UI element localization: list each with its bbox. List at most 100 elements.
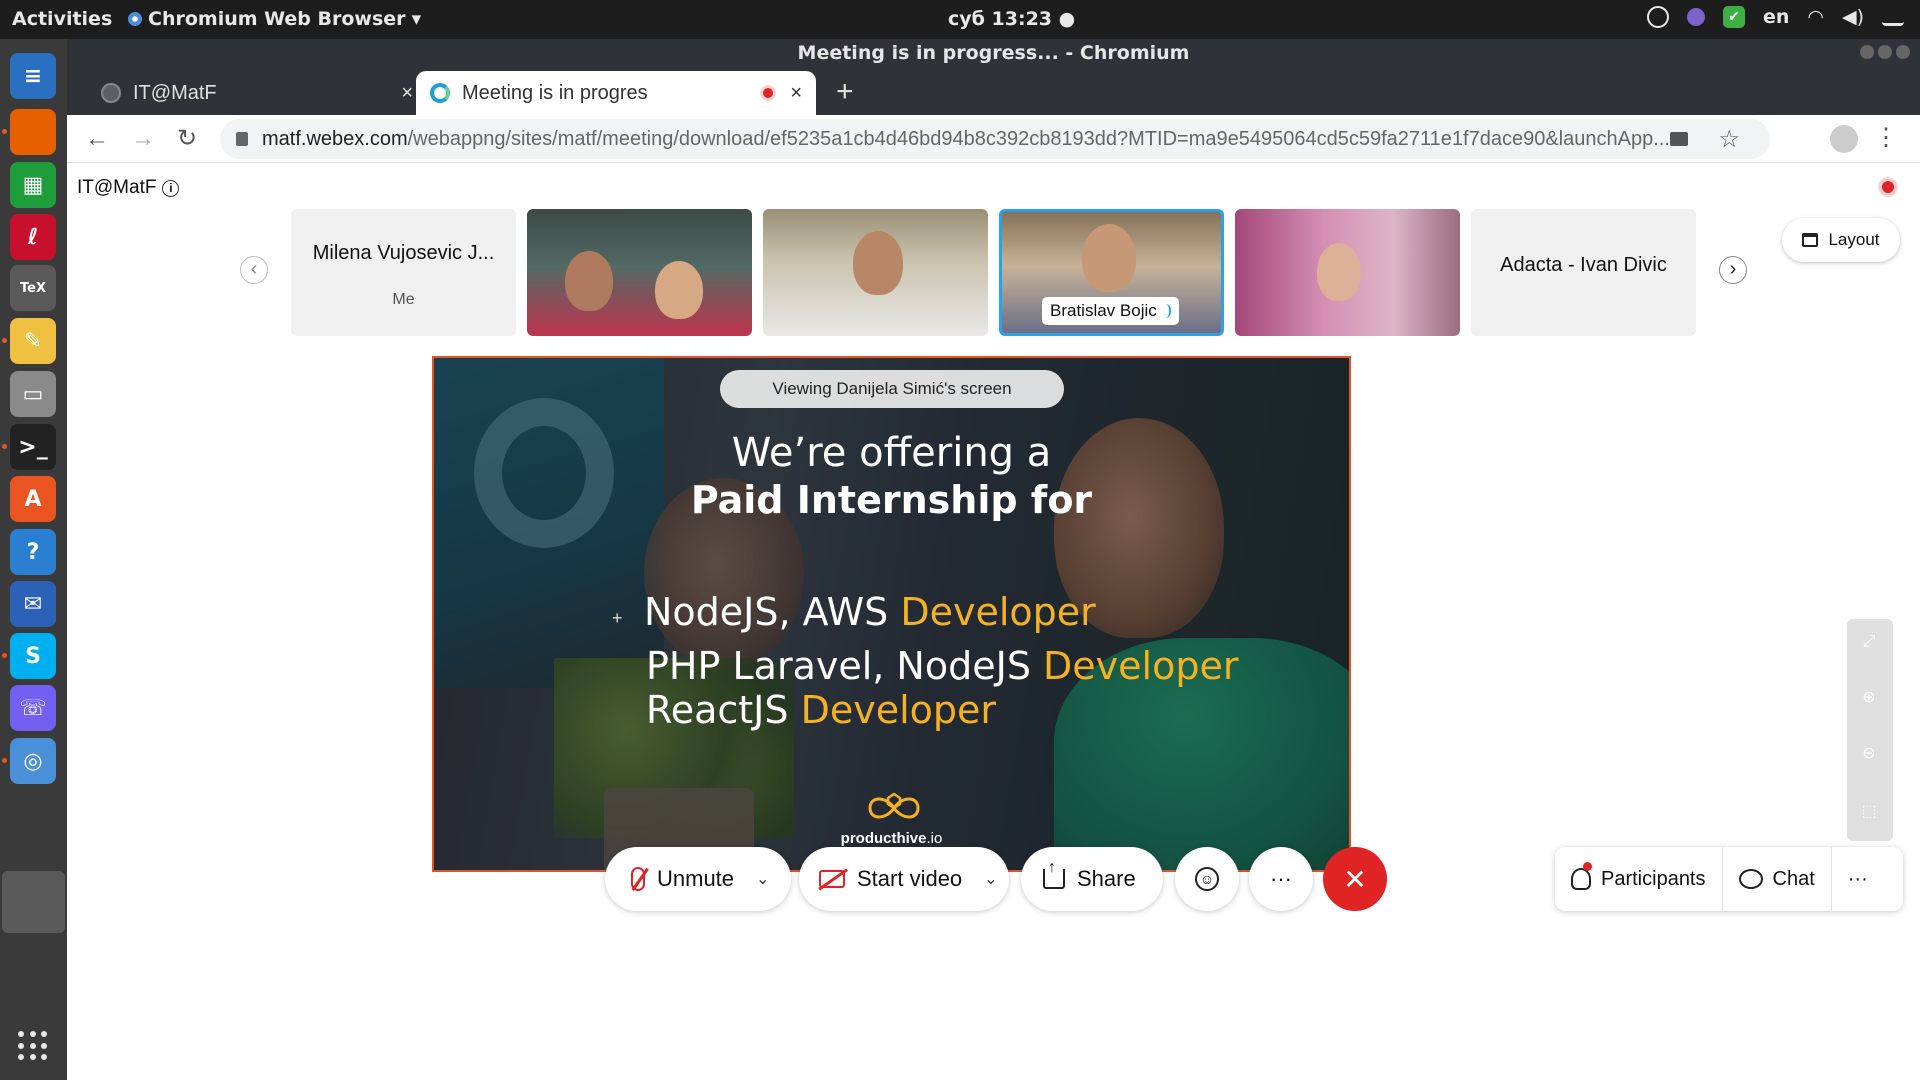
dock-launcher-software-center[interactable]: A bbox=[10, 476, 56, 522]
system-tray: ✔ en ◠ ◀) bbox=[1646, 6, 1904, 28]
chat-label: Chat bbox=[1772, 867, 1815, 890]
tab-close-icon[interactable]: × bbox=[790, 82, 802, 105]
more-icon: ··· bbox=[1847, 867, 1868, 890]
participant-video-tile-active-speaker[interactable]: Bratislav Bojic bbox=[999, 209, 1224, 336]
participant-tile-me[interactable]: Milena Vujosevic J... Me bbox=[291, 209, 516, 336]
software-center-icon: A bbox=[10, 476, 56, 522]
clock[interactable]: суб 13:23 ● bbox=[948, 8, 1075, 30]
tab-meeting[interactable]: Meeting is in progres × bbox=[416, 71, 816, 115]
running-indicator bbox=[2, 653, 7, 658]
strip-prev-button[interactable]: ‹ bbox=[240, 256, 268, 284]
browser-menu-icon[interactable]: ⋮ bbox=[1874, 123, 1898, 152]
viber-tray-icon[interactable] bbox=[1686, 8, 1705, 26]
chat-icon bbox=[1738, 869, 1763, 889]
dock-launcher-libreoffice-calc[interactable]: ▦ bbox=[10, 162, 56, 208]
dock-launcher-evince[interactable]: ℓ bbox=[10, 214, 56, 260]
brand-bold: producthive bbox=[840, 830, 927, 847]
battery-icon[interactable] bbox=[1882, 8, 1904, 26]
forward-button[interactable]: → bbox=[129, 125, 157, 153]
panel-buttons: Participants Chat ··· bbox=[1555, 847, 1903, 911]
close-window-icon[interactable] bbox=[1896, 45, 1910, 59]
running-indicator bbox=[2, 444, 7, 449]
dock-launcher-skype[interactable]: S bbox=[10, 633, 56, 679]
system-top-bar: Activities Chromium Web Browser ▾ суб 13… bbox=[0, 0, 1920, 39]
dock-launcher-texmaker[interactable]: TeX bbox=[10, 265, 56, 311]
texmaker-icon: TeX bbox=[10, 265, 56, 311]
role-title: Developer bbox=[1043, 644, 1239, 688]
dock-launcher-firefox[interactable] bbox=[10, 109, 56, 155]
leave-meeting-button[interactable]: ✕ bbox=[1323, 847, 1387, 911]
dock-launcher-terminal[interactable]: >_ bbox=[10, 424, 56, 470]
dock-launcher-files[interactable]: ▭ bbox=[10, 371, 56, 417]
dock-launcher-thunderbird[interactable]: ✉ bbox=[10, 581, 56, 627]
role-title: Developer bbox=[800, 688, 996, 732]
minimize-icon[interactable] bbox=[1860, 45, 1874, 59]
show-applications-icon[interactable] bbox=[18, 1031, 48, 1061]
participants-button[interactable]: Participants bbox=[1555, 847, 1722, 911]
tab-label: Meeting is in progres bbox=[462, 81, 648, 104]
more-panels-button[interactable]: ··· bbox=[1832, 847, 1884, 911]
wifi-icon[interactable]: ◠ bbox=[1807, 6, 1824, 28]
volume-icon[interactable]: ◀) bbox=[1842, 6, 1864, 28]
unmute-button[interactable]: Unmute ⌄ bbox=[605, 847, 791, 911]
libreoffice-writer-icon: ≡ bbox=[10, 53, 56, 99]
camera-blocked-icon[interactable] bbox=[1670, 132, 1688, 146]
share-button[interactable]: Share bbox=[1021, 847, 1163, 911]
profile-avatar[interactable] bbox=[1830, 125, 1858, 153]
fit-screen-icon[interactable]: ⬚ bbox=[1860, 803, 1878, 821]
tab-close-icon[interactable]: × bbox=[401, 82, 413, 105]
address-bar[interactable]: matf.webex.com/webappng/sites/matf/meeti… bbox=[220, 119, 1770, 159]
shared-screen[interactable]: Viewing Danijela Simić's screen We’re of… bbox=[432, 356, 1351, 872]
dock-launcher-help[interactable]: ? bbox=[10, 529, 56, 575]
participant-video-face bbox=[1082, 224, 1136, 292]
participant-name: Milena Vujosevic J... bbox=[312, 242, 495, 264]
lock-icon[interactable] bbox=[236, 132, 248, 146]
layout-button[interactable]: Layout bbox=[1782, 218, 1900, 262]
fullscreen-icon[interactable]: ⤢ bbox=[1860, 633, 1878, 651]
url-host: matf.webex.com bbox=[262, 127, 408, 150]
grid-dot bbox=[41, 1042, 48, 1049]
back-button[interactable]: ← bbox=[83, 125, 111, 153]
role-tech: ReactJS bbox=[646, 688, 801, 732]
close-icon: ✕ bbox=[1343, 863, 1367, 895]
tab-label: IT@MatF bbox=[133, 81, 217, 104]
dock-launcher-viber[interactable]: ☏ bbox=[10, 685, 56, 731]
activities-button[interactable]: Activities bbox=[12, 8, 112, 30]
update-check-icon[interactable]: ✔ bbox=[1722, 6, 1745, 28]
window-title-bar: Meeting is in progress... - Chromium bbox=[67, 39, 1920, 67]
site-name-label: IT@MatF bbox=[77, 177, 157, 198]
zoom-out-icon[interactable]: ⊖ bbox=[1860, 745, 1878, 763]
bookmark-star-icon[interactable]: ☆ bbox=[1718, 125, 1740, 154]
dock-launcher-chromium[interactable]: ◎ bbox=[10, 738, 56, 784]
video-off-icon bbox=[819, 870, 845, 888]
participant-tile[interactable]: Adacta - Ivan Divic bbox=[1471, 209, 1696, 336]
participant-me-label: Me bbox=[392, 291, 415, 308]
reload-button[interactable]: ↻ bbox=[173, 125, 201, 153]
tab-itmatf[interactable]: IT@MatF × bbox=[87, 71, 427, 115]
new-tab-button[interactable]: + bbox=[836, 77, 854, 107]
dock-launcher-text-editor[interactable]: ✎ bbox=[10, 318, 56, 364]
clock-label: суб 13:23 bbox=[948, 8, 1053, 30]
zoom-in-icon[interactable]: ⊕ bbox=[1860, 689, 1878, 707]
participant-video-tile[interactable] bbox=[527, 209, 752, 336]
reactions-button[interactable]: ☺ bbox=[1175, 847, 1239, 911]
keyboard-language[interactable]: en bbox=[1763, 6, 1789, 28]
info-icon[interactable]: i bbox=[162, 179, 180, 197]
producthive-logo-icon bbox=[868, 792, 920, 819]
strip-next-button[interactable]: › bbox=[1719, 256, 1747, 284]
more-options-button[interactable]: ··· bbox=[1249, 847, 1313, 911]
grid-dot bbox=[18, 1031, 24, 1037]
participant-video-tile[interactable] bbox=[763, 209, 988, 336]
accessibility-icon[interactable] bbox=[1646, 6, 1669, 28]
webex-meeting-page: IT@MatF i ‹ Milena Vujosevic J... Me Bra… bbox=[67, 163, 1920, 1080]
viewing-screen-banner: Viewing Danijela Simić's screen bbox=[720, 370, 1064, 408]
chevron-down-icon[interactable]: ⌄ bbox=[756, 869, 769, 889]
app-menu[interactable]: Chromium Web Browser ▾ bbox=[128, 8, 421, 30]
grid-dot bbox=[18, 1042, 24, 1049]
chat-button[interactable]: Chat bbox=[1723, 847, 1831, 911]
chevron-down-icon[interactable]: ⌄ bbox=[984, 869, 997, 889]
start-video-button[interactable]: Start video ⌄ bbox=[799, 847, 1009, 911]
maximize-icon[interactable] bbox=[1878, 45, 1892, 59]
dock-launcher-libreoffice-writer[interactable]: ≡ bbox=[10, 53, 56, 99]
participant-video-tile[interactable] bbox=[1235, 209, 1460, 336]
